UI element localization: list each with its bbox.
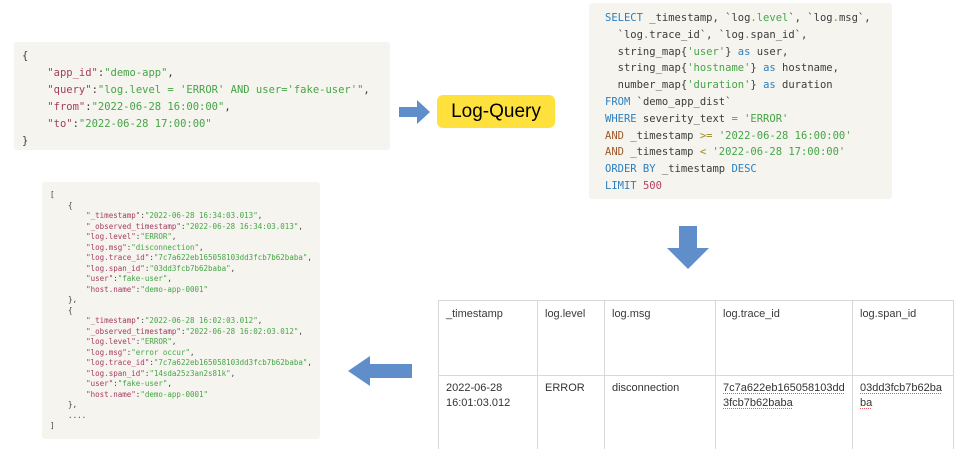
table-cell: disconnection: [605, 375, 716, 449]
code-line: "_observed_timestamp":"2022-06-28 16:02:…: [50, 327, 316, 338]
code-line: "_observed_timestamp":"2022-06-28 16:34:…: [50, 222, 316, 233]
code-line: "log.trace_id":"7c7a622eb165058103dd3fcb…: [50, 358, 316, 369]
arrow-left-icon: [348, 356, 412, 386]
code-line: "_timestamp":"2022-06-28 16:34:03.013",: [50, 211, 316, 222]
code-line: "log.level":"ERROR",: [50, 337, 316, 348]
column-header: _timestamp: [439, 301, 538, 376]
code-line: {: [50, 306, 316, 317]
code-line: "to":"2022-06-28 17:00:00": [22, 116, 386, 133]
code-line: "log.trace_id":"7c7a622eb165058103dd3fcb…: [50, 253, 316, 264]
code-line: AND _timestamp < '2022-06-28 17:00:00': [605, 144, 888, 161]
code-line: "log.msg":"disconnection",: [50, 243, 316, 254]
code-line: "query":"log.level = 'ERROR' AND user='f…: [22, 82, 386, 99]
column-header: log.span_id: [853, 301, 954, 376]
code-line: ]: [50, 421, 316, 432]
column-header: log.msg: [605, 301, 716, 376]
code-line: },: [50, 295, 316, 306]
table-cell: 03dd3fcb7b62baba: [853, 375, 954, 449]
code-line: string_map{'user'} as user,: [605, 44, 888, 61]
log-query-flow-diagram: { "app_id":"demo-app", "query":"log.leve…: [0, 0, 957, 449]
code-line: {: [50, 201, 316, 212]
code-line: "log.level":"ERROR",: [50, 232, 316, 243]
table-cell: ERROR: [538, 375, 605, 449]
code-line: "host.name":"demo-app-0001": [50, 285, 316, 296]
code-line: "_timestamp":"2022-06-28 16:02:03.012",: [50, 316, 316, 327]
code-line: string_map{'hostname'} as hostname,: [605, 60, 888, 77]
column-header: log.trace_id: [716, 301, 853, 376]
log-query-box: Log-Query: [437, 95, 555, 128]
response-json-panel: [ { "_timestamp":"2022-06-28 16:34:03.01…: [42, 182, 320, 439]
code-line: },: [50, 400, 316, 411]
arrow-down-icon: [665, 226, 711, 270]
code-line: }: [22, 133, 386, 150]
results-table-body: 2022-06-28 16:01:03.012ERRORdisconnectio…: [439, 375, 954, 449]
sql-query-panel: SELECT _timestamp, `log.level`, `log.msg…: [589, 3, 892, 199]
code-line: "user":"fake-user",: [50, 274, 316, 285]
code-line: WHERE severity_text = 'ERROR': [605, 111, 888, 128]
code-line: "host.name":"demo-app-0001": [50, 390, 316, 401]
results-table: _timestamplog.levellog.msglog.trace_idlo…: [438, 300, 954, 449]
code-line: ORDER BY _timestamp DESC: [605, 161, 888, 178]
code-line: "log.msg":"error occur",: [50, 348, 316, 359]
code-line: LIMIT 500: [605, 178, 888, 195]
code-line: ....: [50, 411, 316, 422]
code-line: [: [50, 190, 316, 201]
table-cell: 7c7a622eb165058103dd3fcb7b62baba: [716, 375, 853, 449]
column-header: log.level: [538, 301, 605, 376]
code-line: SELECT _timestamp, `log.level`, `log.msg…: [605, 10, 888, 27]
table-row: 2022-06-28 16:01:03.012ERRORdisconnectio…: [439, 375, 954, 449]
results-table-head: _timestamplog.levellog.msglog.trace_idlo…: [439, 301, 954, 376]
code-line: FROM `demo_app_dist`: [605, 94, 888, 111]
code-line: "from":"2022-06-28 16:00:00",: [22, 99, 386, 116]
code-line: {: [22, 48, 386, 65]
code-line: number_map{'duration'} as duration: [605, 77, 888, 94]
code-line: AND _timestamp >= '2022-06-28 16:00:00': [605, 128, 888, 145]
log-query-label: Log-Query: [451, 101, 541, 123]
request-json-panel: { "app_id":"demo-app", "query":"log.leve…: [14, 42, 390, 150]
header-row: _timestamplog.levellog.msglog.trace_idlo…: [439, 301, 954, 376]
code-line: "app_id":"demo-app",: [22, 65, 386, 82]
code-line: "log.span_id":"03dd3fcb7b62baba",: [50, 264, 316, 275]
arrow-right-icon: [399, 100, 430, 124]
results-table-wrap: _timestamplog.levellog.msglog.trace_idlo…: [438, 300, 954, 449]
code-line: "log.span_id":"14sda25z3an2s81k",: [50, 369, 316, 380]
table-cell: 2022-06-28 16:01:03.012: [439, 375, 538, 449]
code-line: `log.trace_id`, `log.span_id`,: [605, 27, 888, 44]
code-line: "user":"fake-user",: [50, 379, 316, 390]
